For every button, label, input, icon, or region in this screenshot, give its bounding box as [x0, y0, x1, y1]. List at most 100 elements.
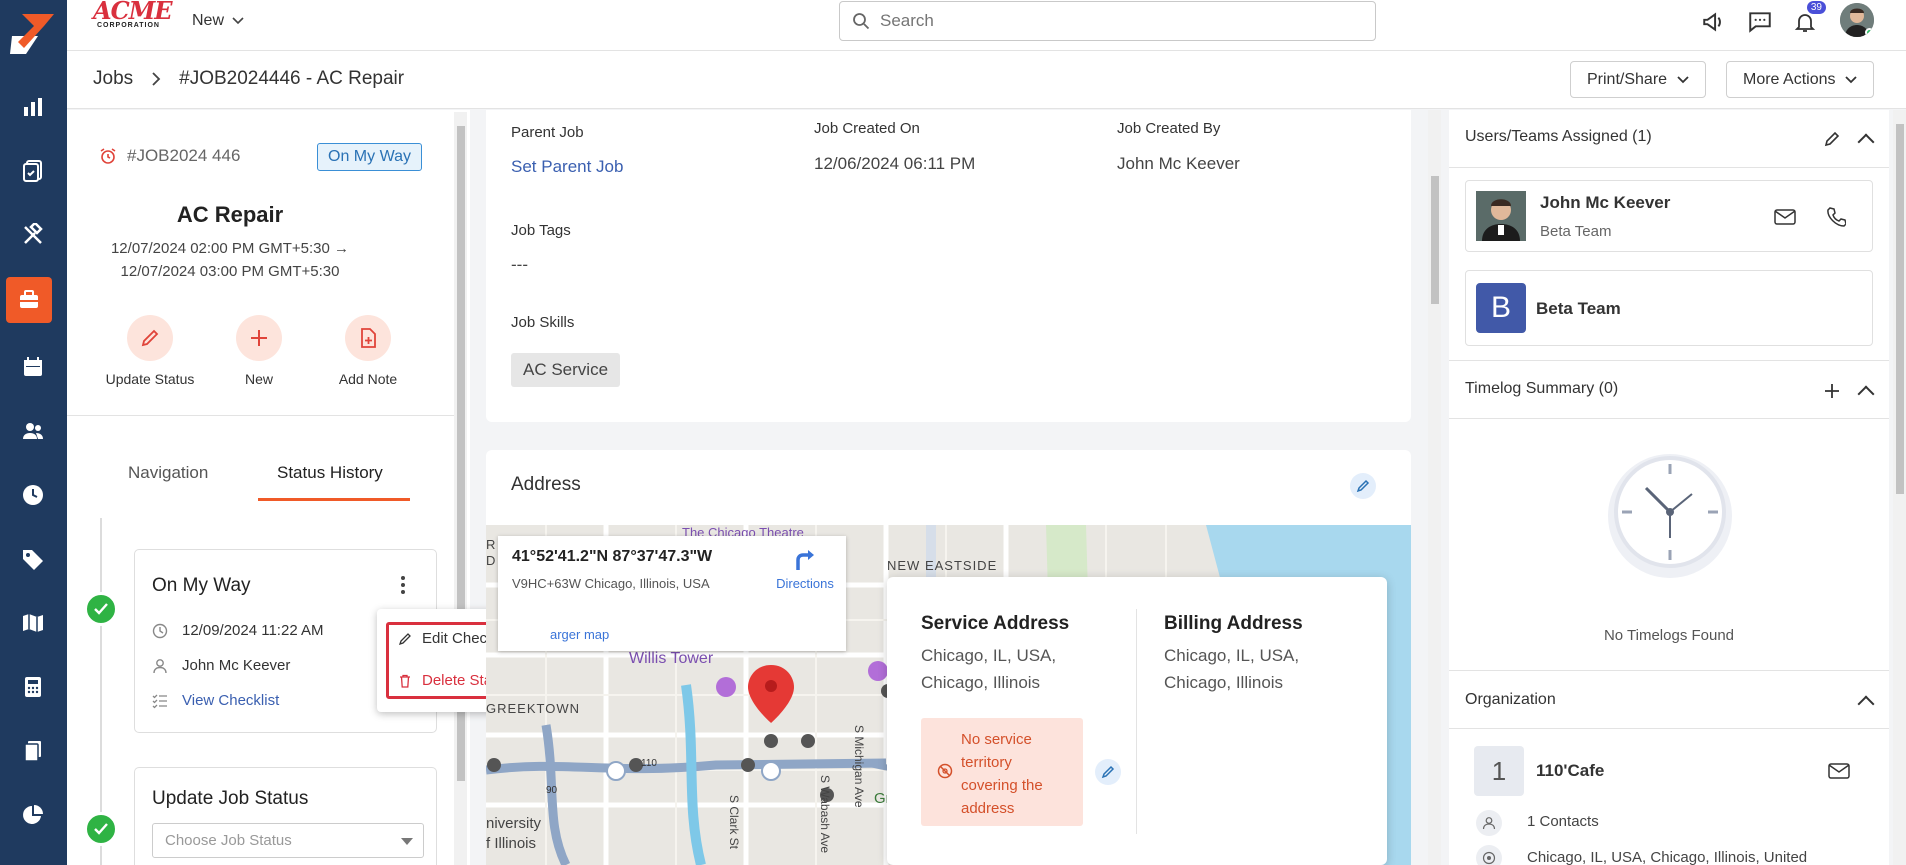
- chevron-down-icon: [232, 17, 244, 25]
- user-avatar[interactable]: [1840, 3, 1874, 37]
- tab-status-history[interactable]: Status History: [277, 463, 383, 483]
- organization-contacts[interactable]: 1 Contacts: [1527, 813, 1599, 830]
- online-status-dot: [1865, 28, 1874, 37]
- job-status-placeholder: Choose Job Status: [165, 832, 292, 849]
- brand-logo[interactable]: ACME CORPORATION: [93, 0, 173, 36]
- notification-bell-icon[interactable]: 39: [1790, 1, 1826, 37]
- address-map[interactable]: The Chicago Theatre NEW EASTSIDE Willis …: [486, 525, 1411, 865]
- chat-icon[interactable]: [1745, 7, 1775, 37]
- status-entry-datetime: 12/09/2024 11:22 AM: [152, 622, 324, 639]
- clock-icon[interactable]: [14, 476, 52, 514]
- map-plus-code: V9HC+63W Chicago, Illinois, USA: [512, 576, 710, 591]
- collapse-icon[interactable]: [1857, 133, 1875, 151]
- search-input[interactable]: [880, 11, 1330, 31]
- new-action[interactable]: New: [199, 315, 319, 387]
- user-photo-icon: [1476, 191, 1526, 241]
- assigned-team-card[interactable]: B Beta Team: [1465, 270, 1873, 346]
- top-bar: ACME CORPORATION New 39: [67, 0, 1906, 51]
- view-checklist-link[interactable]: View Checklist: [152, 692, 279, 709]
- announcement-icon[interactable]: [1699, 7, 1729, 37]
- map-icon[interactable]: [14, 604, 52, 642]
- left-tabs: Navigation Status History: [67, 450, 454, 501]
- organization-name[interactable]: 110'Cafe: [1536, 761, 1604, 781]
- email-icon[interactable]: [1774, 209, 1796, 225]
- trash-icon: [400, 674, 410, 688]
- more-options-icon[interactable]: [400, 575, 406, 601]
- completed-check-icon: [84, 592, 118, 626]
- divider: [1449, 728, 1889, 729]
- view-larger-map-link[interactable]: arger map: [550, 627, 609, 642]
- more-actions-button[interactable]: More Actions: [1726, 61, 1875, 98]
- map-label-michigan: S Michigan Ave: [852, 725, 866, 808]
- job-details-card: Parent Job Set Parent Job Job Created On…: [486, 110, 1411, 422]
- plus-icon[interactable]: [1824, 383, 1840, 399]
- calculator-icon[interactable]: [14, 668, 52, 706]
- edit-territory-icon[interactable]: [1095, 759, 1121, 785]
- caret-down-icon: [401, 838, 413, 845]
- scrollbar-thumb[interactable]: [1431, 176, 1439, 304]
- customers-icon[interactable]: [14, 412, 52, 450]
- organization-title: Organization: [1465, 691, 1556, 708]
- jobs-icon[interactable]: [6, 277, 52, 323]
- left-panel-scrollbar[interactable]: [454, 112, 467, 865]
- edit-address-icon[interactable]: [1350, 473, 1376, 499]
- print-share-button[interactable]: Print/Share: [1570, 61, 1707, 98]
- new-label: New: [244, 371, 273, 387]
- collapse-icon[interactable]: [1857, 385, 1875, 403]
- alarm-clock-icon: [100, 148, 116, 164]
- collapse-icon[interactable]: [1857, 695, 1875, 713]
- assigned-user-name: John Mc Keever: [1540, 193, 1671, 212]
- search-icon: [853, 13, 870, 30]
- status-entry-user: John Mc Keever: [152, 657, 290, 674]
- timelog-summary-title: Timelog Summary (0): [1465, 380, 1619, 397]
- billing-address-line2: Chicago, Illinois: [1164, 673, 1284, 692]
- center-scrollbar[interactable]: [1428, 110, 1441, 865]
- assigned-user-card[interactable]: John Mc Keever Beta Team: [1465, 180, 1873, 252]
- divider: [1449, 167, 1889, 168]
- job-summary-panel: #JOB2024 446 On My Way AC Repair 12/07/2…: [67, 110, 470, 865]
- status-entry-title: On My Way: [152, 575, 251, 596]
- address-overlay-card: Service Address Chicago, IL, USA, Chicag…: [887, 577, 1387, 865]
- app-logo-icon[interactable]: [8, 12, 58, 56]
- pencil-icon[interactable]: [1823, 130, 1841, 148]
- tools-icon[interactable]: [14, 216, 52, 254]
- new-label: New: [192, 12, 225, 29]
- address-card: Address The Chicago Theatre NEW EASTSIDE…: [486, 450, 1411, 865]
- divider: [1449, 418, 1889, 419]
- divider: [1136, 609, 1137, 834]
- service-address-text: Chicago, IL, USA, Chicago, Illinois: [921, 642, 1056, 696]
- phone-icon[interactable]: [1826, 207, 1846, 227]
- search-box[interactable]: [839, 1, 1376, 41]
- directions-link[interactable]: Directions: [770, 548, 840, 591]
- tab-navigation[interactable]: Navigation: [128, 463, 208, 483]
- new-dropdown[interactable]: New: [192, 12, 244, 30]
- breadcrumb-jobs[interactable]: Jobs: [93, 68, 133, 90]
- service-address-title: Service Address: [921, 613, 1070, 634]
- new-circle: [236, 315, 282, 361]
- calendar-icon[interactable]: [14, 348, 52, 386]
- set-parent-job-link[interactable]: Set Parent Job: [511, 157, 623, 177]
- analytics-pie-icon[interactable]: [14, 796, 52, 834]
- chevron-right-icon: [152, 72, 161, 86]
- team-avatar: B: [1476, 283, 1526, 333]
- divider: [1449, 360, 1889, 361]
- add-note-action[interactable]: Add Note: [308, 315, 428, 387]
- tag-icon[interactable]: [14, 540, 52, 578]
- quotes-icon[interactable]: [14, 152, 52, 190]
- checklist-icon: [152, 694, 167, 708]
- status-badge: On My Way: [317, 143, 422, 171]
- notification-badge: 39: [1806, 1, 1826, 14]
- email-icon[interactable]: [1828, 763, 1850, 779]
- pencil-icon: [141, 329, 159, 347]
- reports-icon[interactable]: [14, 88, 52, 126]
- right-panel-scrollbar[interactable]: [1893, 110, 1906, 865]
- chevron-down-icon: [1845, 75, 1858, 83]
- documents-icon[interactable]: [14, 732, 52, 770]
- scrollbar-thumb[interactable]: [1896, 124, 1904, 494]
- status-entry-user-text: John Mc Keever: [182, 657, 291, 674]
- job-status-select[interactable]: Choose Job Status: [152, 823, 424, 858]
- update-status-action[interactable]: Update Status: [90, 315, 210, 387]
- update-job-status-title: Update Job Status: [152, 788, 309, 809]
- clock-icon: [152, 623, 168, 638]
- address-title: Address: [511, 474, 581, 495]
